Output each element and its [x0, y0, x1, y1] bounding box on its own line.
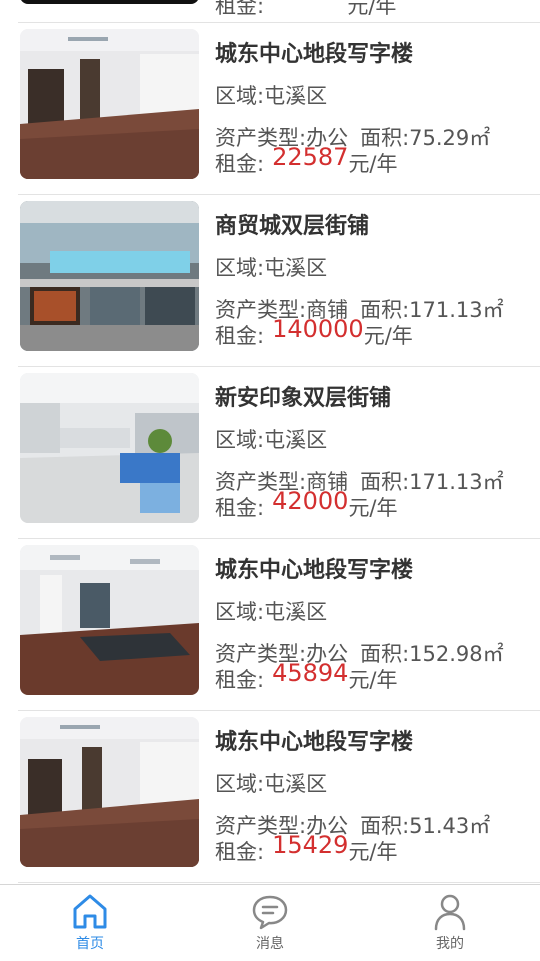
tab-home[interactable]: 首页: [30, 885, 150, 961]
listing-area: 区域:屯溪区: [215, 428, 328, 452]
floor-area: 面积:152.98㎡: [360, 642, 504, 666]
listing-title: 新安印象双层街铺: [215, 386, 392, 411]
user-icon: [434, 894, 466, 931]
list-item-partial[interactable]: 租金:0元/年: [18, 0, 540, 23]
list-item[interactable]: 城东中心地段写字楼 区域:屯溪区 资产类型:办公 面积:51.43㎡ 租金: 154…: [18, 710, 540, 883]
listing-list[interactable]: 租金:0元/年 城东中心地段写字楼 区域:屯溪区 资产类型:办公面积:75.29…: [0, 0, 540, 884]
listing-title: 城东中心地段写字楼: [215, 730, 414, 755]
rent-line: 租金: 140000元/年: [215, 315, 413, 350]
listing-photo: [20, 717, 199, 867]
rent-price: 42000: [272, 487, 349, 515]
rent-line: 租金: 15429元/年: [215, 831, 398, 866]
rent-label: 租金:: [215, 0, 265, 18]
floor-area: 面积:171.13㎡: [360, 470, 504, 494]
listing-photo: [20, 545, 199, 695]
listing-title: 城东中心地段写字楼: [215, 42, 414, 67]
listing-area: 区域:屯溪区: [215, 772, 328, 796]
listing-area: 区域:屯溪区: [215, 84, 328, 108]
rent-label: 租金:: [215, 496, 265, 520]
rent-unit: 元/年: [363, 324, 413, 348]
rent-label: 租金:: [215, 668, 265, 692]
rent-price: 15429: [272, 831, 349, 859]
listing-photo-partial: [20, 0, 199, 4]
rent-unit: 元/年: [348, 840, 398, 864]
list-item[interactable]: 城东中心地段写字楼 区域:屯溪区 资产类型:办公 面积:75.29㎡ 租金: 225…: [18, 22, 540, 195]
tab-mine[interactable]: 我的: [390, 885, 510, 961]
listing-photo: [20, 201, 199, 351]
rent-line: 租金: 42000元/年: [215, 487, 398, 522]
listing-title: 城东中心地段写字楼: [215, 558, 414, 583]
bottom-tab-bar: 首页 消息 我的: [0, 884, 540, 961]
rent-label: 租金:: [215, 324, 265, 348]
rent-unit: 元/年: [348, 668, 398, 692]
listing-photo: [20, 29, 199, 179]
rent-unit: 元/年: [348, 152, 398, 176]
list-item[interactable]: 新安印象双层街铺 区域:屯溪区 资产类型:商铺 面积:171.13㎡ 租金: 420…: [18, 366, 540, 539]
listing-area: 区域:屯溪区: [215, 600, 328, 624]
rent-price: 45894: [272, 659, 349, 687]
home-icon: [73, 894, 107, 929]
rent-price: 22587: [272, 143, 349, 171]
rent-label: 租金:: [215, 152, 265, 176]
rent-price: 140000: [272, 315, 364, 343]
chat-bubble-icon: [252, 895, 288, 930]
rent-label: 租金:: [215, 840, 265, 864]
tab-mine-label: 我的: [436, 936, 464, 952]
listing-area: 区域:屯溪区: [215, 256, 328, 280]
floor-area: 面积:171.13㎡: [360, 298, 504, 322]
rent-line: 租金:0元/年: [215, 0, 396, 20]
tab-messages[interactable]: 消息: [210, 885, 330, 961]
list-item[interactable]: 商贸城双层街铺 区域:屯溪区 资产类型:商铺 面积:171.13㎡ 租金: 1400…: [18, 194, 540, 367]
tab-messages-label: 消息: [256, 936, 284, 952]
floor-area: 面积:75.29㎡: [360, 126, 491, 150]
list-item[interactable]: 城东中心地段写字楼 区域:屯溪区 资产类型:办公 面积:152.98㎡ 租金: 45…: [18, 538, 540, 711]
tab-home-label: 首页: [76, 936, 104, 952]
listing-photo: [20, 373, 199, 523]
rent-unit: 元/年: [347, 0, 397, 18]
rent-line: 租金: 45894元/年: [215, 659, 398, 694]
listing-title: 商贸城双层街铺: [215, 214, 370, 239]
rent-unit: 元/年: [348, 496, 398, 520]
rent-line: 租金: 22587元/年: [215, 143, 398, 178]
floor-area: 面积:51.43㎡: [360, 814, 491, 838]
